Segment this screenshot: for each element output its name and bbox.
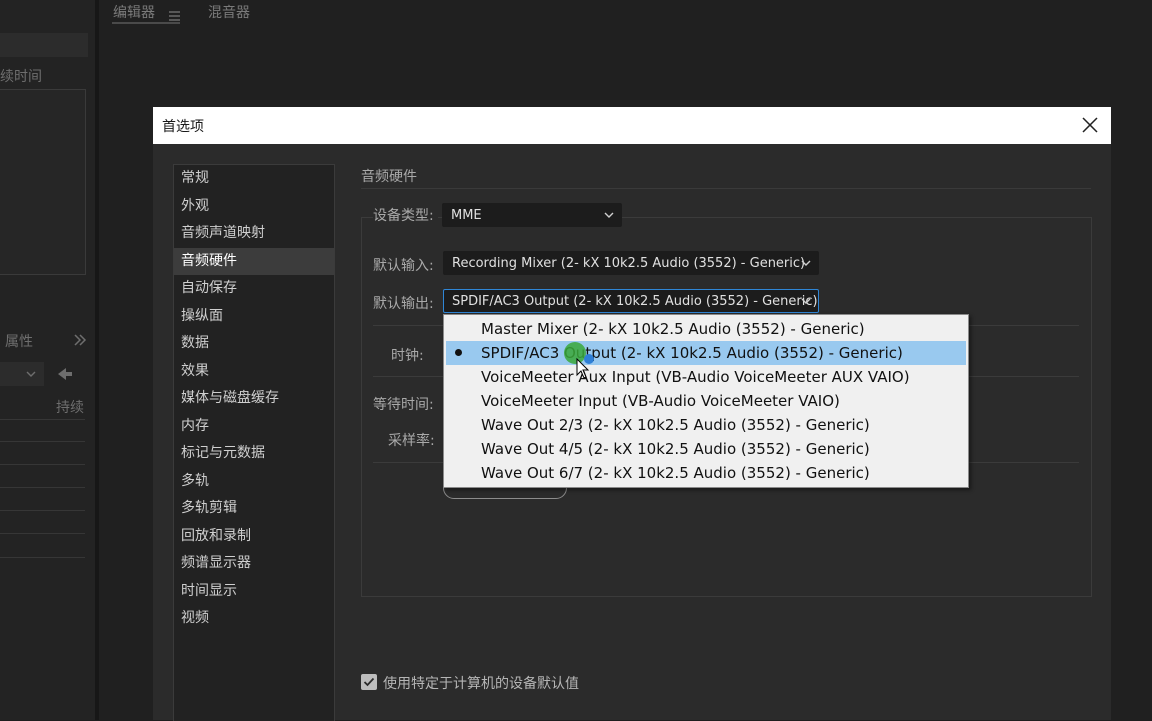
device-type-value: MME (451, 208, 482, 223)
left-panel: 续时间 属性 持续 (0, 0, 97, 720)
chevron-down-icon (801, 298, 811, 304)
checkbox-label: 使用特定于计算机的设备默认值 (383, 676, 579, 692)
device-type-select[interactable]: MME (442, 203, 622, 227)
dropdown-option[interactable]: VoiceMeeter Aux Input (VB-Audio VoiceMee… (446, 365, 966, 389)
output-device-dropdown-list: Master Mixer (2- kX 10k2.5 Audio (3552) … (443, 314, 969, 488)
preferences-nav: 常规 外观 音频声道映射 音频硬件 自动保存 操纵面 数据 效果 媒体与磁盘缓存 内存 标记与元数据… (173, 164, 335, 721)
default-output-value: SPDIF/AC3 Output (2- kX 10k2.5 Audio (35… (452, 294, 818, 309)
section-divider (361, 188, 1091, 189)
dropdown-option[interactable]: Wave Out 4/5 (2- kX 10k2.5 Audio (3552) … (446, 437, 966, 461)
default-input-label: 默认输入: (373, 258, 434, 274)
default-output-select[interactable]: SPDIF/AC3 Output (2- kX 10k2.5 Audio (35… (443, 289, 819, 313)
nav-item[interactable]: 回放和录制 (174, 523, 334, 550)
dropdown-option-label: VoiceMeeter Aux Input (VB-Audio VoiceMee… (481, 368, 910, 386)
chevron-down-icon (26, 371, 36, 377)
section-title: 音频硬件 (361, 169, 417, 185)
dropdown-option-label: Wave Out 4/5 (2- kX 10k2.5 Audio (3552) … (481, 440, 870, 458)
dropdown-option-label: Master Mixer (2- kX 10k2.5 Audio (3552) … (481, 320, 865, 338)
default-output-label: 默认输出: (373, 296, 434, 312)
dropdown-option[interactable]: VoiceMeeter Input (VB-Audio VoiceMeeter … (446, 389, 966, 413)
nav-item[interactable]: 视频 (174, 605, 334, 632)
device-type-label: 设备类型: (373, 205, 438, 225)
row-divider (0, 464, 85, 465)
left-panel-header (0, 33, 88, 57)
nav-item[interactable]: 内存 (174, 413, 334, 440)
row-divider (0, 510, 85, 511)
checkbox-box[interactable] (361, 674, 377, 690)
nav-item[interactable]: 多轨 (174, 468, 334, 495)
chevron-down-icon (604, 212, 614, 218)
nav-item[interactable]: 自动保存 (174, 275, 334, 302)
row-divider (0, 487, 85, 488)
nav-item[interactable]: 操纵面 (174, 303, 334, 330)
properties-dropdown[interactable] (0, 362, 44, 386)
default-input-value: Recording Mixer (2- kX 10k2.5 Audio (355… (452, 256, 806, 271)
sample-rate-label: 采样率: (388, 433, 435, 449)
tab-editor[interactable]: 编辑器 (113, 2, 155, 22)
nav-item[interactable]: 音频声道映射 (174, 220, 334, 247)
latency-label: 等待时间: (373, 397, 434, 413)
row-divider (0, 533, 85, 534)
close-icon (1082, 117, 1098, 133)
row-divider (0, 419, 85, 420)
duration-column-label-2: 持续 (56, 400, 84, 416)
dropdown-option-label: SPDIF/AC3 Output (2- kX 10k2.5 Audio (35… (481, 344, 903, 362)
nav-item[interactable]: 效果 (174, 358, 334, 385)
checkmark-icon (363, 677, 375, 687)
nav-item[interactable]: 数据 (174, 330, 334, 357)
row-divider (0, 441, 85, 442)
dropdown-option-label: Wave Out 2/3 (2- kX 10k2.5 Audio (3552) … (481, 416, 870, 434)
nav-item[interactable]: 时间显示 (174, 578, 334, 605)
dropdown-option[interactable]: Wave Out 6/7 (2- kX 10k2.5 Audio (3552) … (446, 461, 966, 485)
file-list-pane (0, 89, 86, 275)
nav-item[interactable]: 媒体与磁盘缓存 (174, 385, 334, 412)
dropdown-option[interactable]: Master Mixer (2- kX 10k2.5 Audio (3552) … (446, 317, 966, 341)
dialog-title: 首选项 (162, 119, 204, 135)
clock-label: 时钟: (391, 348, 424, 364)
nav-item[interactable]: 标记与元数据 (174, 440, 334, 467)
dialog-titlebar[interactable]: 首选项 (153, 107, 1111, 144)
dropdown-option[interactable]: SPDIF/AC3 Output (2- kX 10k2.5 Audio (35… (446, 341, 966, 365)
nav-item[interactable]: 多轨剪辑 (174, 495, 334, 522)
duration-column-label: 续时间 (0, 69, 42, 85)
active-tab-indicator (112, 22, 180, 24)
dropdown-option-label: VoiceMeeter Input (VB-Audio VoiceMeeter … (481, 392, 840, 410)
selected-bullet-icon (455, 349, 462, 356)
properties-tab[interactable]: 属性 (5, 331, 33, 351)
default-input-select[interactable]: Recording Mixer (2- kX 10k2.5 Audio (355… (443, 251, 819, 275)
nav-item[interactable]: 常规 (174, 165, 334, 192)
row-divider (0, 557, 85, 558)
nav-item[interactable]: 音频硬件 (174, 247, 334, 275)
nav-item[interactable]: 外观 (174, 193, 334, 220)
nav-item[interactable]: 频谱显示器 (174, 550, 334, 577)
expand-icon[interactable] (73, 332, 87, 351)
close-button[interactable] (1079, 114, 1101, 136)
chevron-down-icon (801, 260, 811, 266)
tab-mixer[interactable]: 混音器 (208, 2, 250, 22)
dropdown-option[interactable]: Wave Out 2/3 (2- kX 10k2.5 Audio (3552) … (446, 413, 966, 437)
arrow-left-icon[interactable] (57, 366, 73, 385)
dropdown-option-label: Wave Out 6/7 (2- kX 10k2.5 Audio (3552) … (481, 464, 870, 482)
